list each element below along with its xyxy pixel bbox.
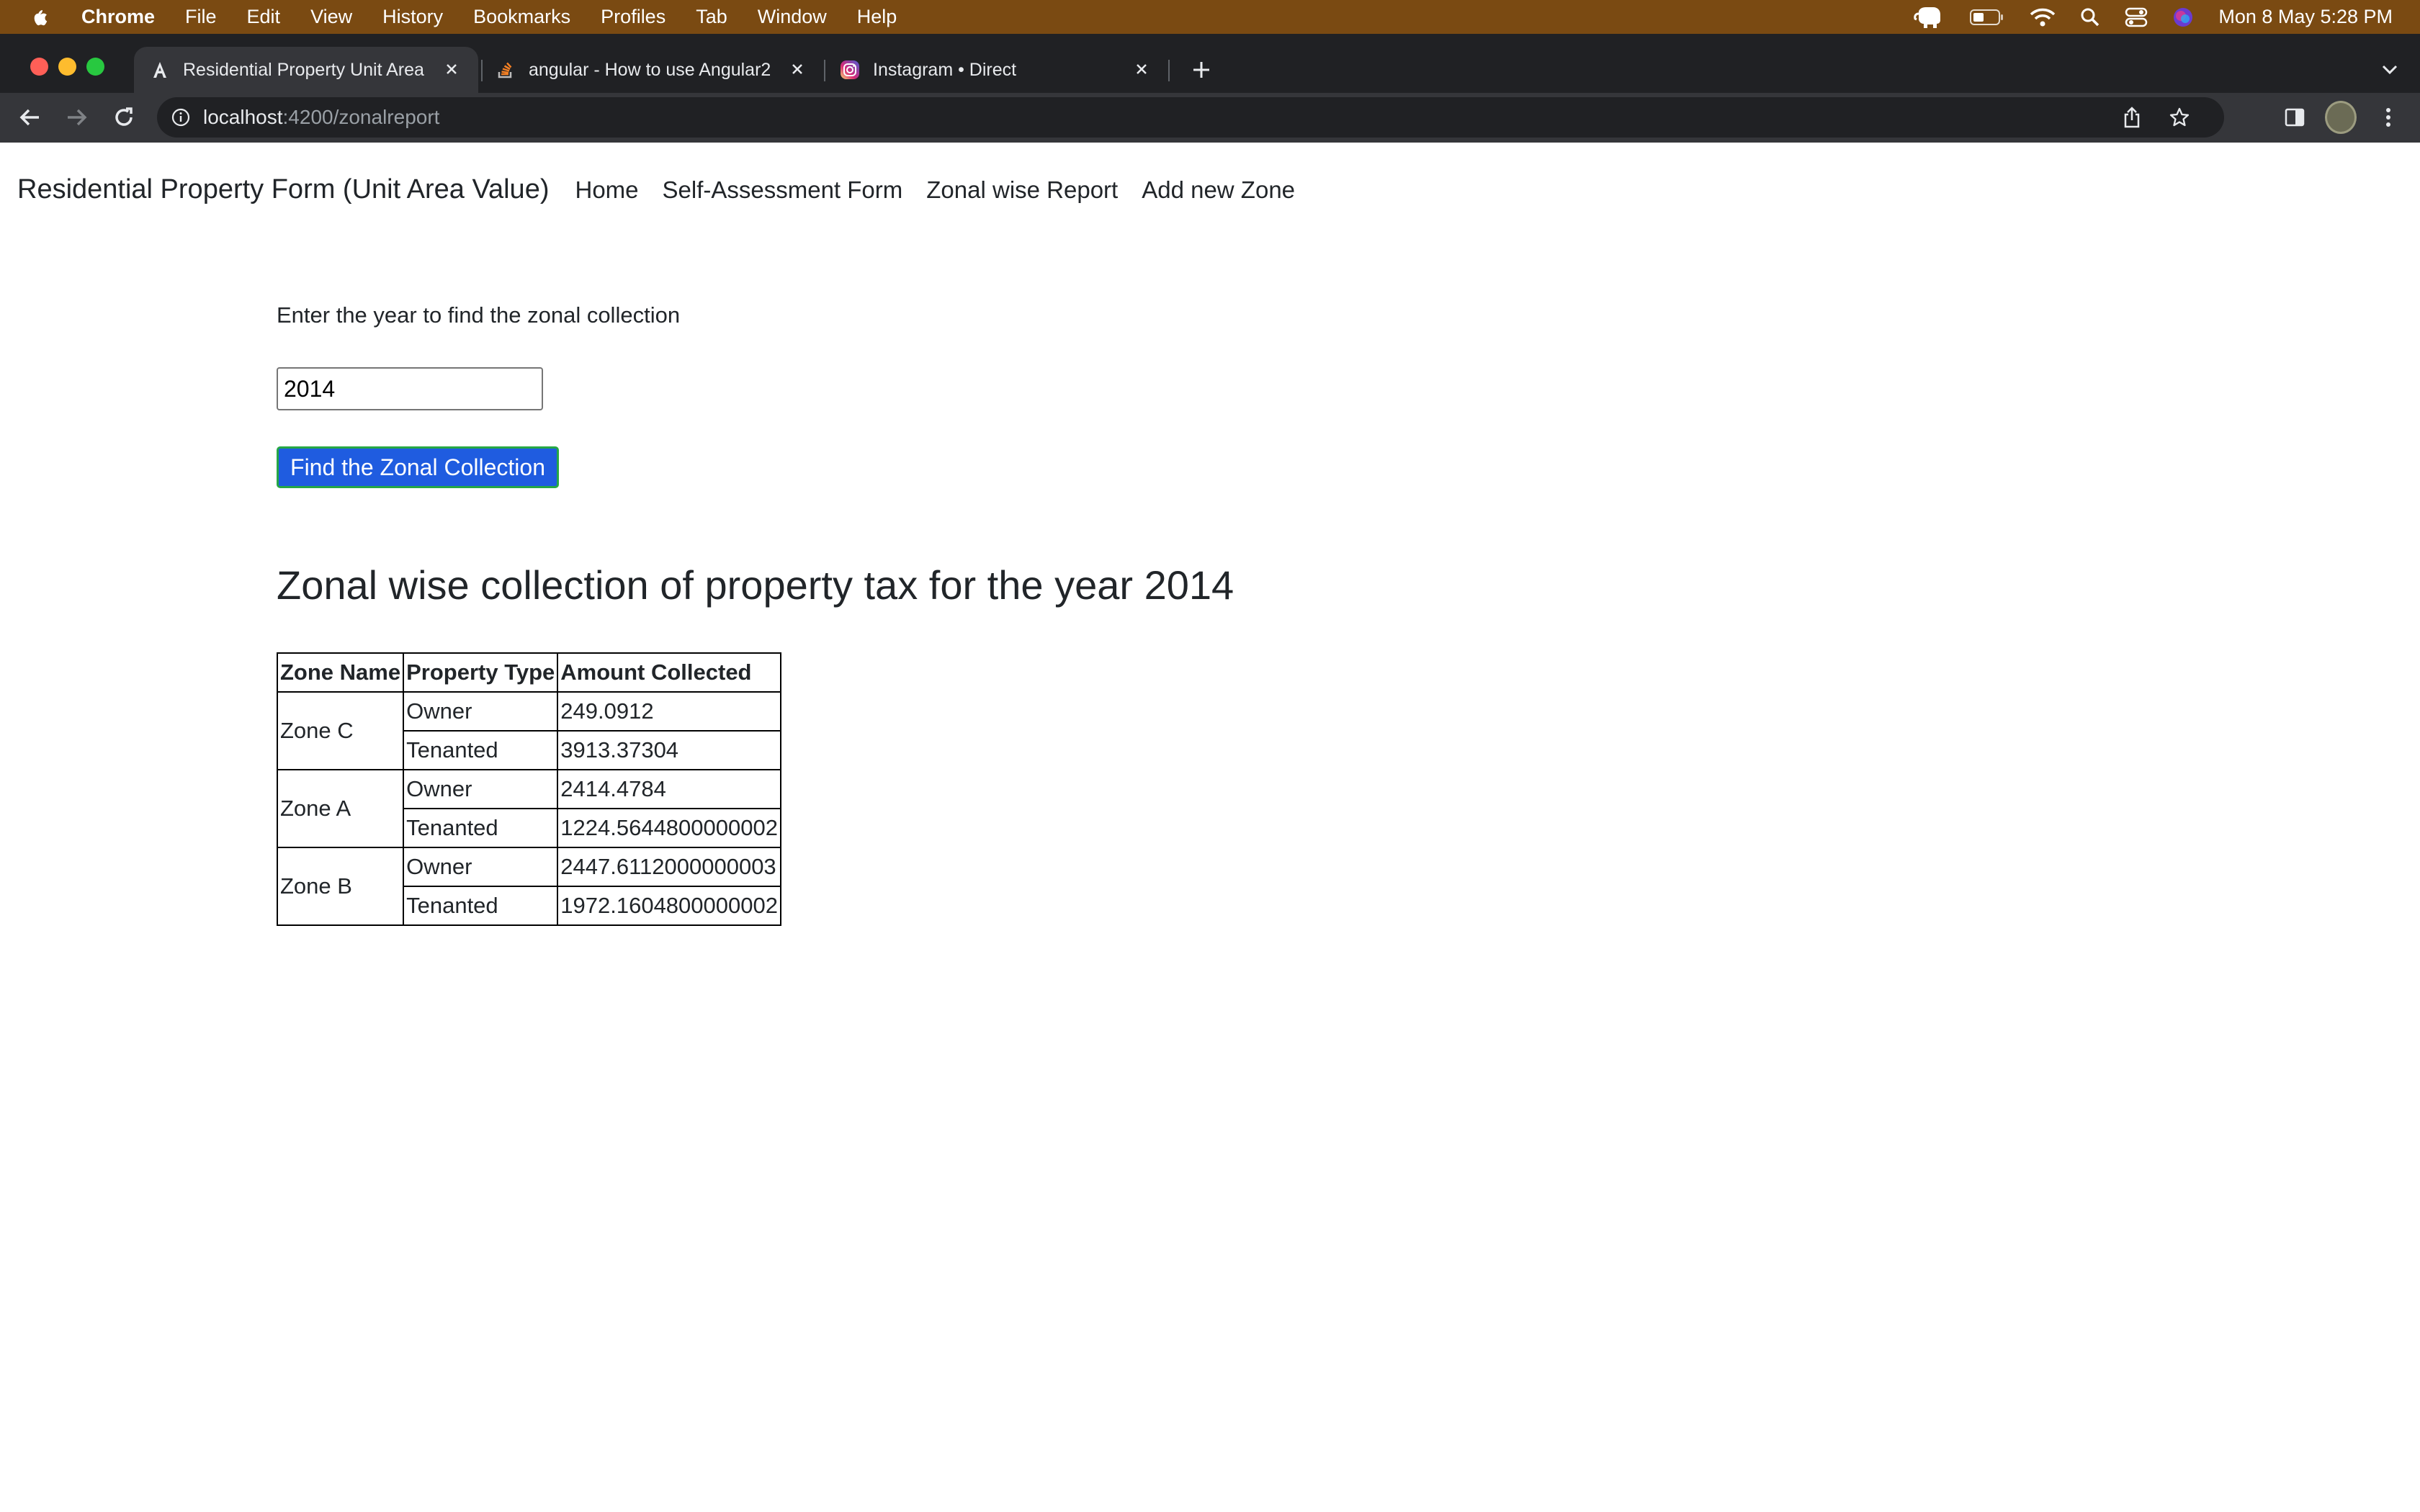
web-page: Residential Property Form (Unit Area Val… [0, 143, 2420, 1512]
forward-arrow-icon[interactable] [60, 102, 92, 133]
close-tab-icon[interactable] [441, 58, 462, 80]
property-type-cell: Tenanted [403, 886, 559, 926]
tab-title: Residential Property Unit Area [183, 59, 424, 80]
address-bar[interactable]: localhost:4200/zonalreport [157, 97, 2224, 138]
property-type-cell: Tenanted [403, 808, 559, 848]
report-content: Enter the year to find the zonal collect… [276, 302, 1234, 926]
header-zone-name: Zone Name [276, 652, 405, 693]
instagram-icon [840, 60, 860, 80]
menu-history[interactable]: History [382, 6, 443, 28]
window-controls [30, 58, 104, 76]
tab-search-chevron-icon[interactable] [2378, 58, 2401, 81]
close-tab-icon[interactable] [786, 58, 808, 80]
wifi-icon[interactable] [2030, 7, 2056, 27]
menu-profiles[interactable]: Profiles [601, 6, 666, 28]
navbar-brand[interactable]: Residential Property Form (Unit Area Val… [17, 174, 549, 205]
amount-cell: 1972.1604800000002 [557, 886, 781, 926]
apple-logo-icon[interactable] [29, 6, 48, 28]
menu-window[interactable]: Window [758, 6, 827, 28]
menu-edit[interactable]: Edit [247, 6, 281, 28]
control-center-icon[interactable] [2125, 6, 2148, 28]
table-header-row: Zone Name Property Type Amount Collected [276, 652, 781, 693]
amount-cell: 249.0912 [557, 691, 781, 732]
minimize-window-button[interactable] [58, 58, 76, 76]
close-tab-icon[interactable] [1131, 58, 1152, 80]
url-path: :4200/zonalreport [282, 106, 440, 128]
zone-name-cell: Zone A [276, 769, 405, 848]
profile-avatar[interactable] [2325, 101, 2357, 134]
macos-menu-bar: Chrome File Edit View History Bookmarks … [0, 0, 2420, 34]
bookmark-star-icon[interactable] [2168, 106, 2191, 129]
nav-link-add-zone[interactable]: Add new Zone [1142, 176, 1295, 204]
site-info-icon[interactable] [171, 108, 190, 127]
tab-residential-property[interactable]: Residential Property Unit Area [134, 47, 478, 93]
evernote-elephant-icon[interactable] [1913, 5, 1945, 30]
property-type-cell: Owner [403, 691, 559, 732]
menu-view[interactable]: View [310, 6, 352, 28]
angular-icon [150, 60, 170, 80]
tab-separator [1168, 60, 1170, 81]
property-type-cell: Tenanted [403, 730, 559, 770]
nav-link-self-assessment[interactable]: Self-Assessment Form [663, 176, 903, 204]
find-zonal-collection-button[interactable]: Find the Zonal Collection [277, 446, 559, 488]
amount-cell: 1224.5644800000002 [557, 808, 781, 848]
menu-bookmarks[interactable]: Bookmarks [473, 6, 570, 28]
zonal-collection-table: Zone Name Property Type Amount Collected… [276, 652, 781, 926]
menu-app-name[interactable]: Chrome [81, 6, 155, 28]
property-type-cell: Owner [403, 847, 559, 887]
table-row: Zone C Owner 249.0912 [276, 691, 781, 770]
site-navbar: Residential Property Form (Unit Area Val… [17, 174, 1319, 205]
new-tab-plus-icon[interactable] [1187, 55, 1216, 84]
nav-link-home[interactable]: Home [575, 176, 638, 204]
header-amount-collected: Amount Collected [557, 652, 781, 693]
amount-cell: 2447.6112000000003 [557, 847, 781, 887]
nav-link-zonal-report[interactable]: Zonal wise Report [926, 176, 1118, 204]
header-property-type: Property Type [403, 652, 559, 693]
back-arrow-icon[interactable] [14, 102, 46, 133]
zone-name-cell: Zone C [276, 691, 405, 770]
browser-chrome: Residential Property Unit Area angular -… [0, 34, 2420, 143]
battery-icon[interactable] [1969, 8, 2005, 27]
reload-icon[interactable] [108, 102, 140, 133]
spotlight-search-icon[interactable] [2080, 7, 2100, 27]
stackoverflow-icon [496, 60, 516, 80]
siri-icon[interactable] [2172, 6, 2194, 28]
share-icon[interactable] [2120, 106, 2143, 129]
tab-angular-stackoverflow[interactable]: angular - How to use Angular2 [480, 47, 824, 93]
browser-toolbar: localhost:4200/zonalreport [0, 93, 2420, 143]
tab-instagram-direct[interactable]: Instagram • Direct [824, 47, 1168, 93]
tab-title: Instagram • Direct [873, 59, 1017, 80]
side-panel-icon[interactable] [2279, 102, 2311, 133]
menu-tab[interactable]: Tab [696, 6, 727, 28]
year-input[interactable] [277, 367, 543, 410]
menu-file[interactable]: File [185, 6, 217, 28]
kebab-menu-icon[interactable] [2372, 102, 2404, 133]
year-prompt-label: Enter the year to find the zonal collect… [277, 302, 681, 328]
url-host: localhost [203, 106, 283, 128]
amount-cell: 2414.4784 [557, 769, 781, 809]
avatar [2325, 101, 2357, 134]
table-row: Zone B Owner 2447.6112000000003 [276, 847, 781, 926]
amount-cell: 3913.37304 [557, 730, 781, 770]
tab-title: angular - How to use Angular2 [529, 59, 771, 80]
status-area: Mon 8 May 5:28 PM [1913, 0, 2420, 34]
fullscreen-window-button[interactable] [86, 58, 104, 76]
property-type-cell: Owner [403, 769, 559, 809]
menu-help[interactable]: Help [857, 6, 897, 28]
zone-name-cell: Zone B [276, 847, 405, 926]
close-window-button[interactable] [30, 58, 48, 76]
menubar-clock[interactable]: Mon 8 May 5:28 PM [2218, 6, 2393, 28]
report-heading: Zonal wise collection of property tax fo… [277, 562, 1234, 608]
table-row: Zone A Owner 2414.4784 [276, 769, 781, 848]
